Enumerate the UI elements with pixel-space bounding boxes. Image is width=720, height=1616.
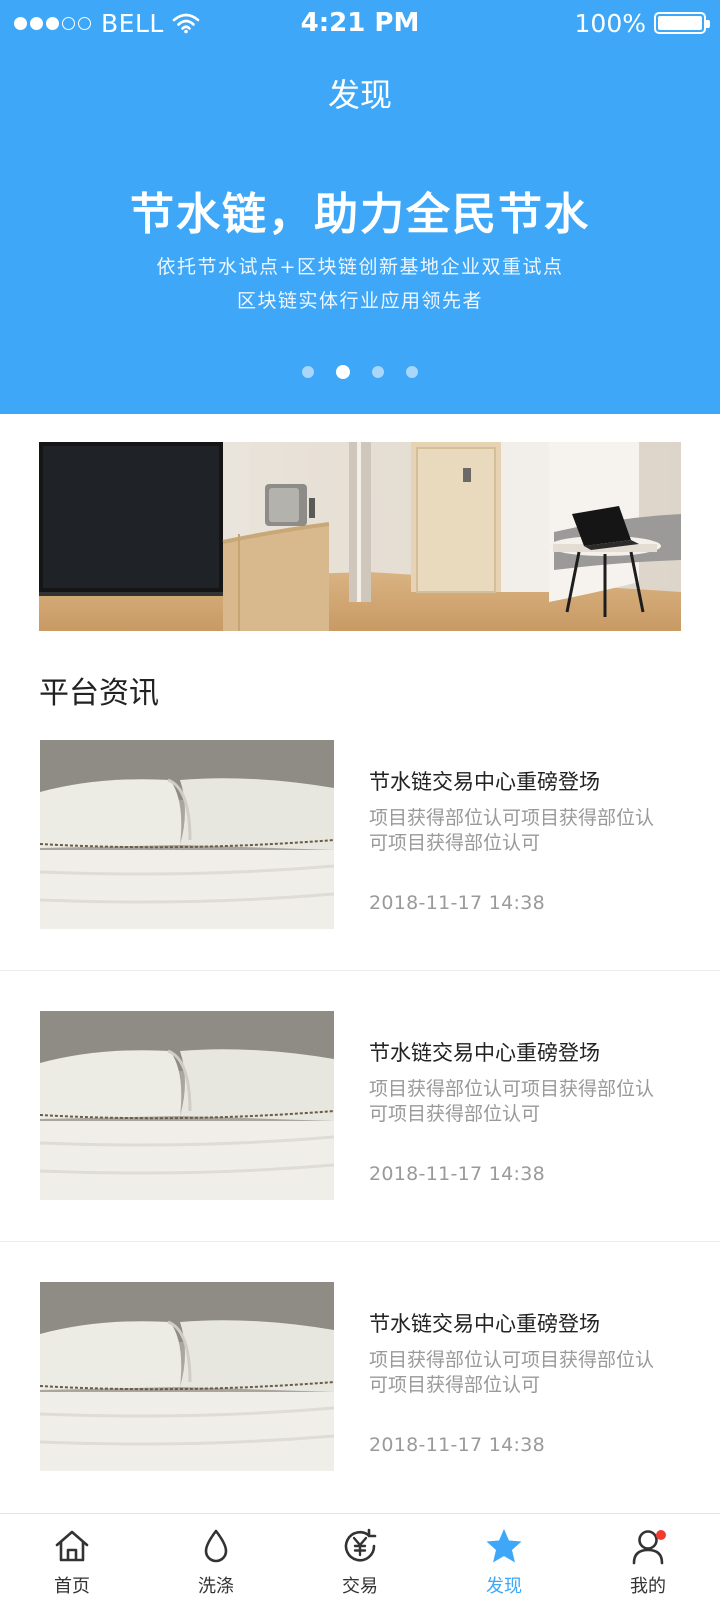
pillow-thumbnail — [40, 1282, 334, 1471]
pillow-thumbnail — [40, 740, 334, 929]
banner-subtitle-2: 区块链实体行业应用领先者 — [236, 290, 483, 312]
home-icon — [55, 1530, 89, 1562]
news-timestamp: 2018-11-17 14:38 — [369, 1163, 546, 1185]
battery-percent: 100% — [574, 8, 646, 38]
page-dot[interactable] — [302, 366, 314, 378]
list-divider — [0, 970, 720, 971]
hotel-room-image[interactable] — [39, 442, 681, 631]
notification-badge — [656, 1530, 666, 1540]
tab-wash[interactable]: 洗涤 — [144, 1514, 288, 1616]
header-banner: BELL 4:21 PM 100% 发现 节水链，助力全民节水 依托节水试点+区… — [0, 0, 720, 414]
battery-level — [658, 16, 702, 30]
tab-label: 我的 — [630, 1576, 666, 1597]
list-divider — [0, 1241, 720, 1242]
banner-subtitle-1: 依托节水试点+区块链创新基地企业双重试点 — [156, 256, 564, 278]
status-right: 100% — [574, 8, 710, 38]
pillow-illustration — [40, 1282, 334, 1471]
news-title: 节水链交易中心重磅登场 — [369, 770, 600, 794]
section-title-news: 平台资讯 — [39, 676, 159, 711]
battery-tip — [706, 20, 710, 28]
bottom-tab-bar: 首页 洗涤 交易 发现 我的 — [0, 1513, 720, 1616]
tab-label: 洗涤 — [198, 1576, 234, 1597]
tab-trade[interactable]: 交易 — [288, 1514, 432, 1616]
pillow-thumbnail — [40, 1011, 334, 1200]
star-icon — [486, 1529, 522, 1563]
water-drop-icon — [204, 1529, 228, 1563]
battery-icon — [654, 12, 710, 34]
status-bar: BELL 4:21 PM 100% — [0, 0, 720, 48]
page-dot[interactable] — [406, 366, 418, 378]
news-description: 项目获得部位认可项目获得部位认可项目获得部位认可 — [369, 1078, 655, 1125]
news-description: 项目获得部位认可项目获得部位认可项目获得部位认可 — [369, 807, 655, 854]
tab-label: 发现 — [486, 1576, 522, 1597]
news-description: 项目获得部位认可项目获得部位认可项目获得部位认可 — [369, 1349, 655, 1396]
page-title: 发现 — [327, 76, 392, 114]
banner-page-indicator[interactable] — [0, 365, 720, 379]
news-title: 节水链交易中心重磅登场 — [369, 1041, 600, 1065]
pillow-illustration — [40, 740, 334, 929]
news-timestamp: 2018-11-17 14:38 — [369, 892, 546, 914]
tab-discover[interactable]: 发现 — [432, 1514, 576, 1616]
tab-label: 交易 — [342, 1576, 378, 1597]
news-title: 节水链交易中心重磅登场 — [369, 1312, 600, 1336]
discover-page: BELL 4:21 PM 100% 发现 节水链，助力全民节水 依托节水试点+区… — [0, 0, 720, 1616]
banner-headline[interactable]: 节水链，助力全民节水 — [0, 178, 720, 242]
tab-home[interactable]: 首页 — [0, 1514, 144, 1616]
yuan-exchange-icon — [344, 1528, 377, 1562]
page-dot[interactable] — [372, 366, 384, 378]
tab-mine[interactable]: 我的 — [576, 1514, 720, 1616]
news-timestamp: 2018-11-17 14:38 — [369, 1434, 546, 1456]
hotel-room-illustration — [39, 442, 681, 631]
page-dot-active[interactable] — [336, 365, 350, 379]
tab-label: 首页 — [54, 1576, 90, 1597]
pillow-illustration — [40, 1011, 334, 1200]
